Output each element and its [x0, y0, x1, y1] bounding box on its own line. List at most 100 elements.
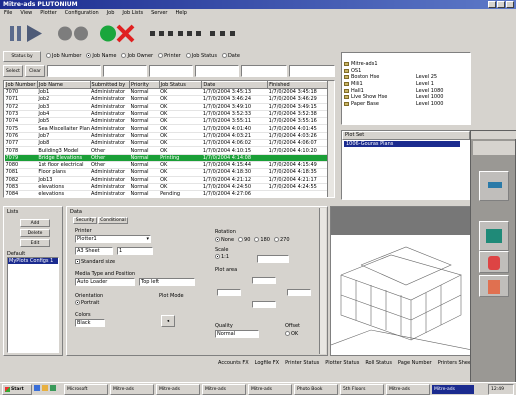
jobs-column-header[interactable]: Finished	[267, 81, 334, 89]
filter-field-1[interactable]	[47, 65, 101, 77]
stop-circle-1-icon[interactable]	[58, 26, 72, 41]
filter-option-job-status[interactable]: Job Status	[185, 53, 217, 59]
close-icon[interactable]	[506, 1, 514, 8]
play-icon[interactable]	[27, 25, 42, 42]
quicklaunch-icons[interactable]	[34, 385, 62, 393]
filter-field-2[interactable]	[103, 65, 147, 77]
taskbar-item-9-active[interactable]: Mitre-ads	[432, 384, 474, 394]
go-green-icon[interactable]	[100, 25, 116, 42]
table-row[interactable]: 7074 Job5 Administrator Normal OK 1/7/0/2004 …	[4, 117, 334, 126]
filter-option-job-name[interactable]: Job Name	[86, 53, 116, 59]
table-row[interactable]: 7075 Sea Miscellaiter Plans Administrator N…	[4, 124, 334, 133]
select-button[interactable]: Select	[3, 65, 23, 77]
menu-server[interactable]: Server	[151, 10, 167, 16]
menu-job[interactable]: Job	[107, 10, 115, 16]
copies-field[interactable]: 1	[117, 247, 153, 255]
filter-field-3[interactable]	[149, 65, 193, 77]
table-row[interactable]: 7078 Building3 Model Other Normal OK 1/7/0/20…	[4, 146, 334, 155]
table-row[interactable]: 7076 Job7 Administrator Normal OK 1/7/0/2004 …	[4, 132, 334, 141]
offset-bottom-field[interactable]	[252, 301, 276, 308]
tab-conditional[interactable]: Conditional	[98, 217, 128, 224]
rotation-180[interactable]: 180	[254, 237, 270, 243]
menu-job-lists[interactable]: Job Lists	[122, 10, 143, 16]
taskbar-item-8[interactable]: Mitre-ads	[386, 383, 430, 395]
menu-view[interactable]: View	[20, 10, 32, 16]
tab-security[interactable]: Security	[73, 217, 97, 224]
jobs-column-header[interactable]: Job Name	[36, 81, 91, 89]
quality-select[interactable]: Normal	[215, 330, 259, 338]
plot-set-item[interactable]: 1006-Gouras Plans	[344, 141, 460, 147]
scale-field[interactable]	[257, 255, 289, 263]
taskbar-item-2[interactable]: Mitre-ads	[110, 383, 154, 395]
taskbar-item-4[interactable]: Mitre-ads	[202, 383, 246, 395]
media-select[interactable]: Auto Loader	[75, 278, 135, 286]
filter-option-job-number[interactable]: Job Number	[46, 53, 81, 59]
printer-select[interactable]: Plotter1 ▾	[75, 235, 151, 243]
palette-tool-3[interactable]	[479, 251, 509, 273]
tree-item[interactable]: Mitre-ads1	[344, 61, 468, 68]
tree-item[interactable]: Boston Hse Level 25	[344, 74, 468, 81]
jobs-column-header[interactable]: Job Number	[4, 81, 38, 89]
properties-scrollbar[interactable]	[319, 208, 326, 354]
offset-left-field[interactable]	[217, 289, 241, 296]
paper-select[interactable]: A3 Sheet	[75, 247, 113, 255]
scale-option[interactable]: 1:1	[215, 254, 229, 260]
table-row[interactable]: 7073 Job4 Administrator Normal OK 1/7/0/2004 …	[4, 110, 334, 119]
table-row[interactable]: 7082 Job13 Administrator Normal OK 1/7/0/2004…	[4, 176, 334, 184]
table-row[interactable]: 7072 Job3 Administrator Normal OK 1/7/0/2004 …	[4, 103, 334, 111]
taskbar-item-5[interactable]: Mitre-ads	[248, 383, 292, 395]
palette-tool-4[interactable]	[479, 275, 509, 297]
standard-size-checkbox[interactable]: Standard size	[75, 259, 115, 265]
offset-right-field[interactable]	[287, 289, 311, 296]
lists-delete-button[interactable]: Delete	[20, 229, 50, 237]
clear-button[interactable]: Clear	[25, 65, 45, 77]
rotation-270[interactable]: 270	[273, 237, 290, 243]
taskbar-item-3[interactable]: Mitre-ads	[156, 383, 200, 395]
orientation-option[interactable]: Portrait	[75, 300, 99, 306]
table-row[interactable]: 7083 elevations Administrator Normal OK 1/7/0…	[4, 183, 334, 192]
position-select[interactable]: Top left	[139, 278, 195, 286]
rotation-none[interactable]: None	[215, 237, 234, 243]
filter-field-4[interactable]	[195, 65, 239, 77]
tree-item[interactable]: Hall1 Level 1080	[344, 87, 468, 94]
minimize-icon[interactable]	[488, 1, 496, 8]
pause-icon[interactable]	[10, 26, 21, 41]
small-toolbar-icons[interactable]	[150, 31, 235, 36]
jobs-column-header[interactable]: Job Status	[158, 81, 203, 89]
cancel-red-x-icon[interactable]	[116, 24, 135, 43]
tree-item[interactable]: OS1	[344, 68, 468, 75]
filter-option-date[interactable]: Date	[221, 53, 240, 59]
tree-item[interactable]: Paper Base Level 1000	[344, 101, 468, 108]
colors-select[interactable]: Black	[75, 319, 105, 327]
start-button[interactable]: Start	[2, 383, 32, 395]
menu-plotter[interactable]: Plotter	[40, 10, 57, 16]
palette-tool-2[interactable]	[479, 221, 509, 251]
status-by-button[interactable]: Status by	[3, 50, 41, 62]
taskbar-item-7[interactable]: 5th Floors	[340, 383, 384, 395]
table-row[interactable]: 7079 Bridge Elevations Other Normal Printing…	[4, 154, 334, 162]
rotation-90[interactable]: 90	[238, 237, 250, 243]
jobs-table-scrollbar[interactable]	[327, 81, 334, 197]
lists-add-button[interactable]: Add	[20, 219, 50, 227]
filter-field-5[interactable]	[241, 65, 287, 77]
table-row[interactable]: 7081 Floor plans Administrator Normal OK 1/7/…	[4, 168, 334, 177]
menu-configuration[interactable]: Configuration	[65, 10, 99, 16]
palette-tool-1[interactable]	[479, 171, 509, 201]
lists-edit-button[interactable]: Edit	[20, 239, 50, 247]
ok-option[interactable]: OK	[285, 331, 298, 337]
tree-item[interactable]: Live Show Hse Level 1000	[344, 94, 468, 101]
taskbar-item-1[interactable]: Microsoft	[64, 383, 108, 395]
stop-circle-2-icon[interactable]	[74, 26, 88, 41]
table-row[interactable]: 7071 Job2 Administrator Normal OK 1/7/0/2004 …	[4, 95, 334, 104]
table-row[interactable]: 7080 1st floor electrical Other Normal OK 1/7…	[4, 161, 334, 170]
filter-option-printer[interactable]: Printer	[158, 53, 181, 59]
plot-mode-button[interactable]: ◂	[161, 315, 175, 327]
menu-file[interactable]: File	[4, 10, 12, 16]
taskbar-item-6[interactable]: Photo Book	[294, 383, 338, 395]
tree-item[interactable]: Mili1 Level 1	[344, 81, 468, 88]
jobs-column-header[interactable]: Date	[201, 81, 269, 89]
jobs-column-header[interactable]: Priority	[128, 81, 160, 89]
filter-option-job-owner[interactable]: Job Owner	[121, 53, 153, 59]
menu-help[interactable]: Help	[175, 10, 186, 16]
table-row[interactable]: 7070 Job1 Administrator Normal OK 1/7/0/2004 …	[4, 88, 334, 97]
